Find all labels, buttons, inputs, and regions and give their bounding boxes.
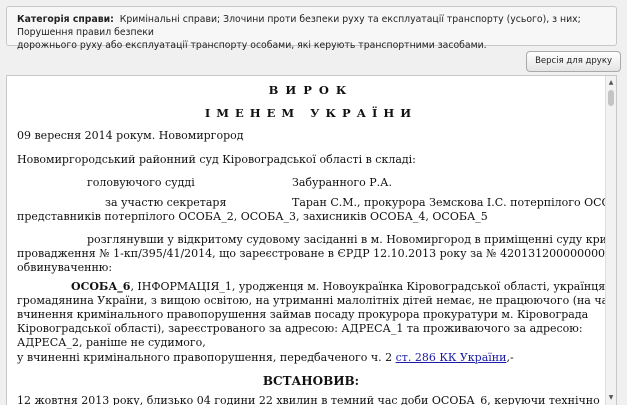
vertical-scrollbar[interactable]: ▲ ▼ [605, 76, 616, 405]
case-category-panel: Категорія справи: Кримінальні справи; Зл… [6, 6, 617, 51]
print-version-button[interactable]: Версія для друку [526, 51, 621, 72]
scroll-up-arrow-icon[interactable]: ▲ [606, 78, 616, 88]
offense-suffix: ,- [506, 351, 514, 364]
verdict-title: ВИРОК [268, 83, 354, 97]
review-line-1: розглянувши у відкритому судовому засіда… [87, 233, 617, 246]
accused-line-4: Кіровоградської області), зареєстрованог… [17, 322, 583, 335]
offense-line: у вчиненні кримінального правопорушення,… [17, 351, 514, 364]
case-category-line-1: Категорія справи: Кримінальні справи; Зл… [17, 13, 608, 39]
verdict-subtitle: ІМЕНЕМ УКРАЇНИ [204, 106, 418, 120]
accused-line-2: громадянина України, з вищою освітою, на… [17, 294, 615, 307]
case-category-label: Категорія справи: [17, 14, 114, 25]
body-text-line: 12 жовтня 2013 року, близько 04 години 2… [17, 394, 600, 405]
court-line: Новомиргородський районний суд Кіровогра… [17, 153, 416, 166]
toolbar: Версія для друку [0, 50, 627, 72]
participation-label: за участю секретаря [105, 196, 227, 209]
date-line: 09 вересня 2014 рокум. Новомиргород [17, 129, 244, 142]
presiding-judge-label: головуючого судді [87, 176, 195, 189]
review-line-3: обвинуваченню: [17, 261, 113, 274]
scroll-down-arrow-icon[interactable]: ▼ [606, 393, 616, 403]
document-viewer[interactable]: ВИРОК ІМЕНЕМ УКРАЇНИ 09 вересня 2014 рок… [6, 75, 617, 405]
accused-line-5: АДРЕСА_2, раніше не судимого, [17, 336, 206, 349]
established-heading: ВСТАНОВИВ: [262, 374, 360, 388]
review-line-2: провадження № 1-кп/395/41/2014, що зареє… [17, 247, 617, 260]
law-article-link[interactable]: ст. 286 КК України [396, 351, 507, 364]
participation-line-2: представників потерпілого ОСОБА_2, ОСОБА… [17, 210, 488, 223]
accused-name: ОСОБА_6 [71, 280, 131, 293]
accused-details: , ІНФОРМАЦІЯ_1, уродженця м. Новоукраїнк… [130, 280, 609, 293]
accused-line-3: вчинення кримінального правопорушення за… [17, 308, 589, 321]
scrollbar-thumb[interactable] [608, 90, 614, 106]
participation-persons: Таран С.М., прокурора Земскова І.С. поте… [292, 196, 617, 209]
presiding-judge-name: Забуранного Р.А. [292, 176, 392, 189]
accused-line-1: ОСОБА_6, ІНФОРМАЦІЯ_1, уродженця м. Ново… [71, 280, 609, 293]
offense-text: у вчиненні кримінального правопорушення,… [17, 351, 396, 364]
